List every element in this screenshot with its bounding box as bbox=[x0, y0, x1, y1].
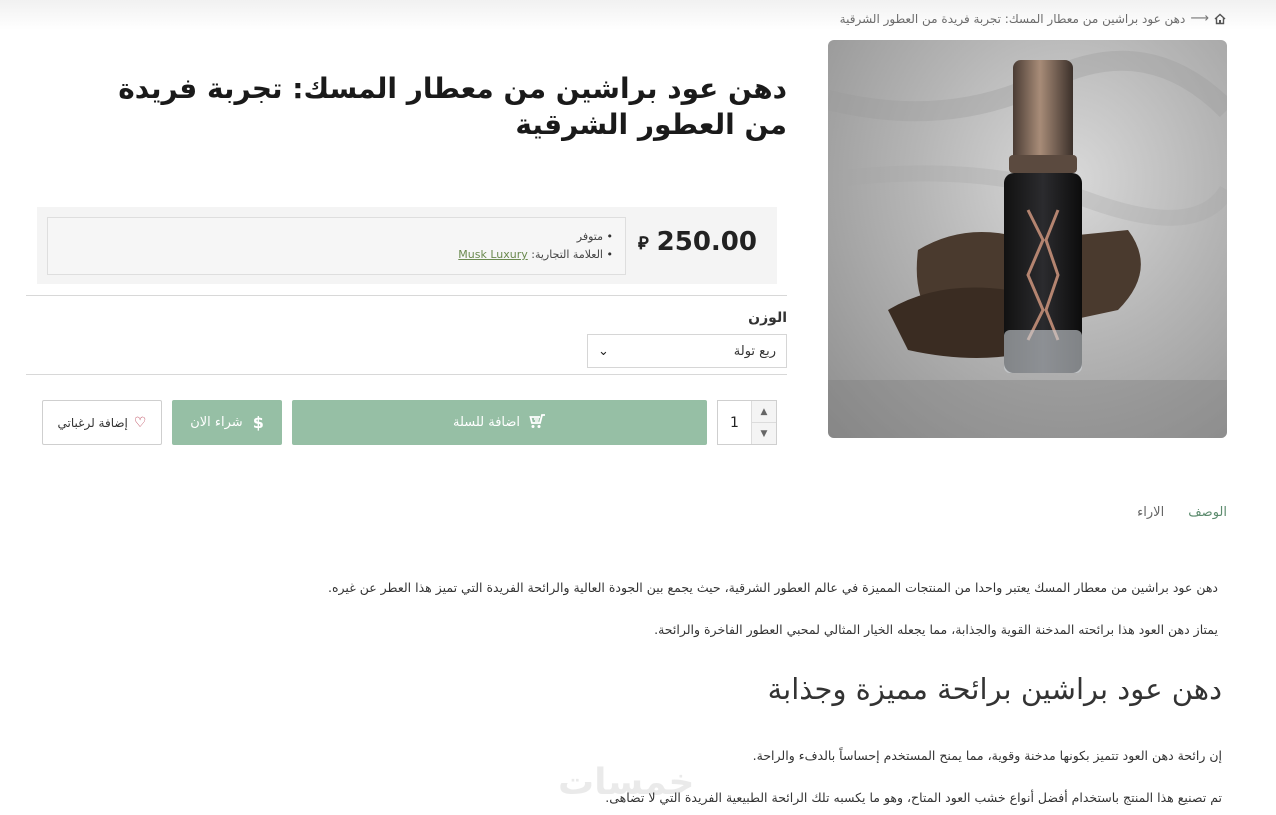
add-to-wishlist-button[interactable]: ♡ إضافة لرغباتي bbox=[42, 400, 162, 445]
heart-icon: ♡ bbox=[133, 414, 147, 431]
watermark: خمسات bbox=[558, 762, 695, 803]
brand-row: العلامة التجارية: Musk Luxury bbox=[60, 246, 613, 264]
description-paragraph: إن رائحة دهن العود تتميز بكونها مدخنة وق… bbox=[752, 748, 1222, 763]
home-icon[interactable] bbox=[1214, 13, 1226, 25]
quantity-down-button[interactable]: ▼ bbox=[751, 423, 776, 444]
description-heading: دهن عود براشين برائحة مميزة وجذابة bbox=[767, 672, 1222, 706]
quantity-stepper[interactable]: 1 ▲ ▼ bbox=[717, 400, 777, 445]
weight-select[interactable]: ربع تولة ⌄ bbox=[587, 334, 787, 368]
availability: متوفر bbox=[60, 228, 613, 246]
quantity-arrows: ▲ ▼ bbox=[750, 401, 776, 444]
saudi-riyal-icon: ⃁ bbox=[637, 232, 649, 254]
quantity-input[interactable]: 1 bbox=[718, 401, 751, 444]
weight-selected: ربع تولة bbox=[733, 343, 776, 359]
product-title: دهن عود براشين من معطار المسك: تجربة فري… bbox=[118, 72, 787, 141]
brand-link[interactable]: Musk Luxury bbox=[458, 248, 527, 261]
buy-now-button[interactable]: $ شراء الان bbox=[172, 400, 282, 445]
tab-reviews[interactable]: الاراء bbox=[1137, 505, 1164, 520]
quantity-up-button[interactable]: ▲ bbox=[751, 401, 776, 423]
breadcrumb-arrow: ⟶ bbox=[1190, 11, 1209, 26]
price-value: 250.00 bbox=[656, 227, 757, 257]
cart-icon bbox=[528, 413, 546, 433]
description-paragraph: دهن عود براشين من معطار المسك يعتبر واحد… bbox=[328, 580, 1218, 595]
description-paragraph: تم تصنيع هذا المنتج باستخدام أفضل أنواع … bbox=[605, 790, 1222, 805]
product-image[interactable] bbox=[828, 40, 1227, 438]
price: ⃁ 250.00 bbox=[638, 227, 757, 257]
wishlist-label: إضافة لرغباتي bbox=[57, 415, 128, 430]
weight-label: الوزن bbox=[748, 310, 787, 326]
perfume-bottle-image bbox=[828, 50, 1227, 438]
buy-now-label: شراء الان bbox=[190, 415, 243, 430]
description-paragraph: يمتاز دهن العود هذا برائحته المدخنة القو… bbox=[654, 622, 1218, 637]
chevron-down-icon: ⌄ bbox=[598, 343, 609, 359]
product-meta: متوفر العلامة التجارية: Musk Luxury bbox=[47, 217, 626, 275]
divider bbox=[26, 374, 787, 375]
price-box: ⃁ 250.00 متوفر العلامة التجارية: Musk Lu… bbox=[37, 207, 777, 284]
breadcrumb-current: دهن عود براشين من معطار المسك: تجربة فري… bbox=[839, 11, 1186, 26]
tab-description[interactable]: الوصف bbox=[1188, 505, 1227, 520]
brand-label: العلامة التجارية: bbox=[531, 248, 603, 261]
breadcrumb: ⟶ دهن عود براشين من معطار المسك: تجربة ف… bbox=[840, 11, 1226, 26]
add-to-cart-button[interactable]: اضافة للسلة bbox=[292, 400, 707, 445]
divider bbox=[26, 295, 787, 296]
dollar-icon: $ bbox=[252, 413, 264, 432]
add-to-cart-label: اضافة للسلة bbox=[452, 415, 521, 430]
product-tabs: الوصف الاراء bbox=[1137, 505, 1227, 520]
